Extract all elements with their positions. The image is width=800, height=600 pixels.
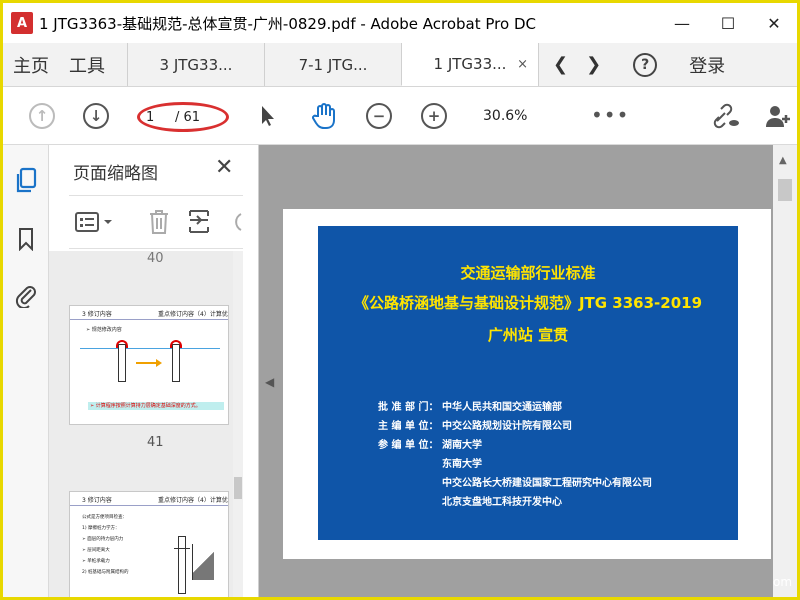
arrow-down-circle-icon: ↓ [83,103,109,129]
add-user-button[interactable] [763,101,793,131]
tab-close-icon[interactable]: × [517,57,528,72]
tab-bar: 主页 工具 3 JTG33... 7-1 JTG... 1 JTG33... ×… [3,43,797,87]
arrow-up-circle-icon: ↑ [29,103,55,129]
doc-tab-1[interactable]: 3 JTG33... [127,43,264,86]
scroll-up-icon[interactable]: ▲ [779,155,787,166]
slide-row-value: 北京支盘地工科技开发中心 [442,497,562,508]
hand-icon [312,103,335,129]
thumbnails-panel: 页面缩略图 ✕ 40 3 修订内容 重点修订内容（4）计算优化 ➢ 规范修改内容… [49,145,259,597]
thumbnail-scrollbar[interactable] [233,251,243,597]
doc-tab-label: 3 JTG33... [159,55,233,74]
page-label-41: 41 [147,435,164,450]
title-slide: 交通运输部行业标准 《公路桥涵地基与基础设计规范》JTG 3363-2019 广… [318,226,738,540]
doc-tab-3-active[interactable]: 1 JTG33... × [401,43,538,86]
slide-row-value: 东南大学 [442,459,482,470]
left-rail [3,145,49,597]
thumbnail-page-42[interactable]: 3 修订内容 重点修订内容（4）计算优化 公式是方便项目检查： 1) 摩擦桩力学… [69,491,229,597]
slide-heading-3: 广州站 宣贯 [487,326,569,344]
slide-row-label: 批 准 部 门： [378,402,439,413]
slide-heading-1: 交通运输部行业标准 [460,264,596,282]
thumbnail-page-41[interactable]: 3 修订内容 重点修订内容（4）计算优化 ➢ 规范修改内容 ➢ 计算程序按照计算… [69,305,229,425]
select-tool-button[interactable] [253,101,283,131]
thumb-header-right: 重点修订内容（4）计算优化 [158,497,229,504]
thumb-line: ➢ 单桩承载力 [82,559,110,564]
slide-row-value: 中华人民共和国交通运输部 [442,402,562,413]
thumb-header-right: 重点修订内容（4）计算优化 [158,311,229,318]
add-user-icon [766,106,790,127]
slide-heading-2: 《公路桥涵地基与基础设计规范》JTG 3363-2019 [353,294,703,312]
thumb-line: ➢ 规范修改内容 [86,327,122,333]
maximize-button[interactable]: ☐ [705,3,751,43]
insert-page-icon[interactable] [187,208,213,236]
nav-tools[interactable]: 工具 [59,43,127,86]
minimize-button[interactable]: — [659,3,705,43]
nav-home[interactable]: 主页 [3,43,59,86]
rotate-icon[interactable] [229,210,243,234]
thumb-line: ➢ 面层的持力层内力 [82,537,124,542]
thumb-line: ➢ 层间距离大 [82,548,110,553]
slide-row-value: 中交公路规划设计院有限公司 [442,421,572,432]
thumb-note: ➢ 计算程序按照计算持力层确定基础深度的方式。 [90,403,201,409]
slide-row-label: 参 编 单 位： [378,440,439,451]
thumb-text-lines: 公式是方便项目检查： 1) 摩擦桩力学方： ➢ 面层的持力层内力 ➢ 层间距离大… [82,512,172,578]
paperclip-icon [15,286,36,308]
chevron-right-icon[interactable]: ❯ [586,54,601,75]
document-scrollbar[interactable]: ▲ [773,145,797,597]
tab-scroll-arrows: ❮ ❯ [538,43,615,86]
acrobat-window: A 1 JTG3363-基础规范-总体宣贯-广州-0829.pdf - Adob… [0,0,800,600]
slide-row-value: 湖南大学 [442,440,482,451]
page-thumbnails-rail-button[interactable] [13,167,39,195]
more-tools-button[interactable]: ••• [591,103,629,127]
next-page-button[interactable]: ↓ [81,101,111,131]
scrollbar-thumb[interactable] [234,477,242,499]
thumb-line: 公式是方便项目检查： [82,515,127,520]
thumb-line: 1) 摩擦桩力学方： [82,526,120,531]
scrollbar-thumb[interactable] [778,179,792,201]
slide-row-value: 中交公路长大桥建设国家工程研究中心有限公司 [442,478,652,489]
acrobat-app-icon: A [11,12,33,34]
doc-tab-label: 7-1 JTG... [298,55,368,74]
panel-title: 页面缩略图 [73,164,158,184]
help-icon: ? [633,52,658,77]
doc-tab-2[interactable]: 7-1 JTG... [264,43,401,86]
thumbnail-options-icon[interactable] [75,210,115,234]
window-title: 1 JTG3363-基础规范-总体宣贯-广州-0829.pdf - Adobe … [39,14,536,33]
attachments-rail-button[interactable] [13,281,39,309]
close-button[interactable]: ✕ [751,3,797,43]
bookmarks-rail-button[interactable] [13,225,39,253]
bookmark-icon [19,228,33,251]
thumb-header-left: 3 修订内容 [82,497,112,504]
title-bar: A 1 JTG3363-基础规范-总体宣贯-广州-0829.pdf - Adob… [3,3,797,43]
thumb-line: 2) 桩基础与附属结构的 [82,570,129,575]
hand-tool-button[interactable] [309,101,339,131]
login-button[interactable]: 登录 [675,43,739,86]
minus-circle-icon: − [366,103,392,129]
zoom-level-dropdown[interactable]: 30.6% [483,108,527,124]
link-icon [713,103,739,129]
previous-page-button[interactable]: ↑ [27,101,57,131]
zoom-out-button[interactable]: − [364,101,394,131]
toolbar: ↑ ↓ − + [3,87,797,145]
thumb-header-left: 3 修订内容 [82,311,112,318]
cursor-arrow-icon [262,106,274,126]
share-link-button[interactable] [711,101,741,131]
panel-close-icon[interactable]: ✕ [215,155,233,180]
collapse-panel-icon[interactable]: ◀ [265,375,274,389]
slide-row-label: 主 编 单 位： [378,421,439,432]
window-controls: — ☐ ✕ [659,3,797,43]
pages-icon [16,167,37,193]
page-label: 40 [147,251,164,266]
plus-circle-icon: + [421,103,447,129]
help-button[interactable]: ? [615,43,675,86]
zoom-in-button[interactable]: + [419,101,449,131]
panel-tools [69,195,243,249]
watermark-text: om [773,575,793,589]
delete-icon[interactable] [147,209,171,235]
chevron-left-icon[interactable]: ❮ [553,54,568,75]
doc-tab-label: 1 JTG33... [433,55,507,73]
red-annotation-ellipse [137,102,229,132]
